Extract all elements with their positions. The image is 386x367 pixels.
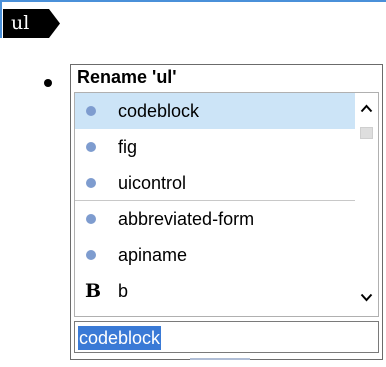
list-bullet-icon: [44, 79, 52, 87]
list-item-uicontrol[interactable]: uicontrol: [75, 165, 356, 201]
element-dot-icon: [86, 250, 96, 260]
editor-area[interactable]: ul Rename 'ul' codeblock fig uicontrol a…: [0, 0, 386, 365]
list-item-label: apiname: [118, 245, 188, 265]
element-dot-icon: [86, 142, 96, 152]
element-name-input-value[interactable]: codeblock: [78, 326, 162, 350]
element-name-input[interactable]: codeblock: [74, 321, 379, 353]
element-dot-icon: [86, 106, 96, 116]
scroll-thumb[interactable]: [360, 127, 373, 139]
element-dot-icon: [86, 178, 96, 188]
list-item-label: fig: [118, 137, 138, 157]
list-item-apiname[interactable]: apiname: [75, 237, 356, 273]
list-item-abbreviated-form[interactable]: abbreviated-form: [75, 201, 356, 237]
element-dot-icon: [86, 214, 96, 224]
list-item-label: abbreviated-form: [118, 209, 255, 229]
background-content-peek: [190, 358, 250, 367]
list-scrollbar[interactable]: [355, 93, 378, 316]
ul-tag-marker[interactable]: ul: [3, 9, 61, 38]
list-item-b[interactable]: B b: [75, 273, 356, 309]
scroll-up-arrow-icon[interactable]: [355, 99, 378, 119]
tag-marker-label: ul: [11, 12, 30, 34]
element-list[interactable]: codeblock fig uicontrol abbreviated-form…: [74, 92, 379, 317]
popup-title: Rename 'ul': [77, 67, 177, 87]
rename-element-popup: Rename 'ul' codeblock fig uicontrol abbr: [70, 64, 383, 360]
element-list-items: codeblock fig uicontrol abbreviated-form…: [75, 93, 356, 309]
list-item-fig[interactable]: fig: [75, 129, 356, 165]
list-item-label: uicontrol: [118, 173, 187, 193]
bold-icon: B: [85, 280, 102, 302]
list-item-label: codeblock: [118, 101, 200, 121]
list-item-label: b: [118, 281, 129, 301]
list-item-codeblock[interactable]: codeblock: [75, 93, 356, 129]
scroll-down-arrow-icon[interactable]: [355, 288, 378, 308]
